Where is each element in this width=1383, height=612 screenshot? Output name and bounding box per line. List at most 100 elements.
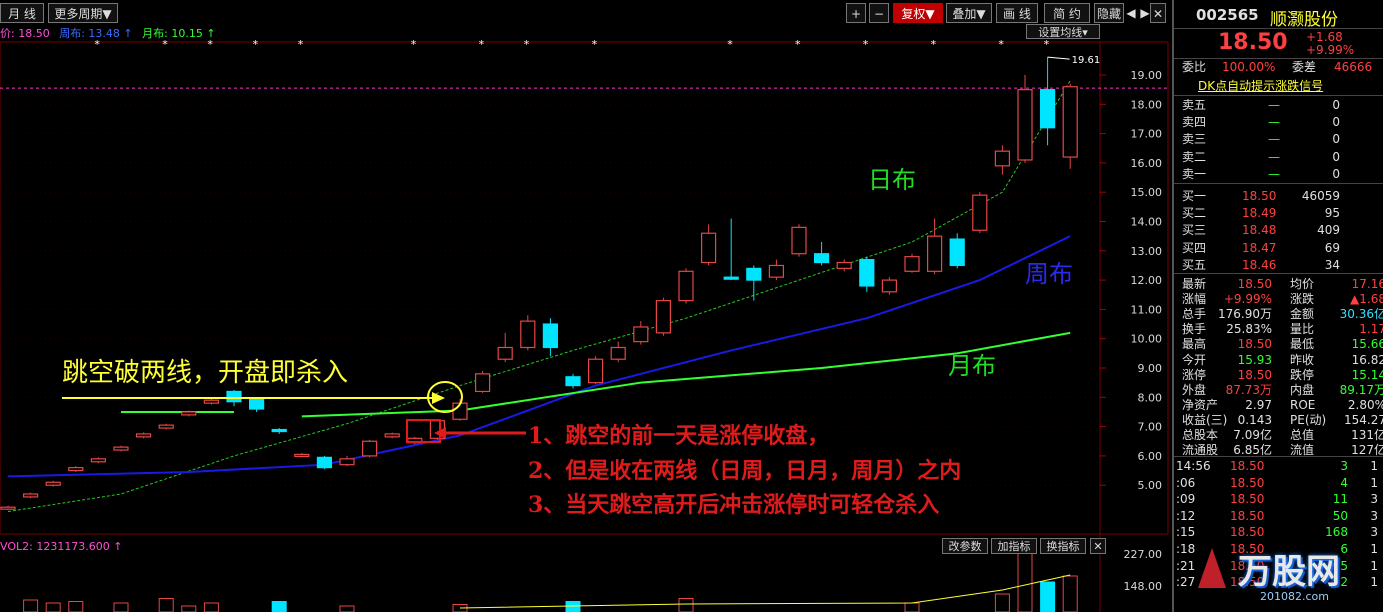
candle-body [723,276,739,280]
tick-time: :15 [1176,525,1196,540]
candle-body [362,440,378,457]
candle-body [836,261,852,269]
tick-price: 18.50 [1230,508,1265,523]
tick-volume: 168 [1325,525,1348,540]
signal-title[interactable]: DK点自动提示涨跌信号 [1198,77,1323,94]
tick-row: 14:56 18.50 3 1 [1176,458,1382,475]
star-marker: * [524,38,530,51]
candle-body [181,411,197,416]
level-price: — [1268,166,1280,181]
volume-bar [181,605,197,612]
candle-body [158,424,174,429]
vol-tick-label: 227.00 [1124,548,1163,561]
candle-body [226,390,242,403]
volume-bar [565,601,581,612]
candle-body [294,453,310,458]
day-line-label: 日布 [868,166,916,194]
candle-body [904,256,920,272]
change-params-button[interactable]: 改参数 [942,538,988,554]
level-price: — [1268,115,1280,130]
level-price: 18.49 [1242,206,1277,221]
logo-icon [1198,548,1226,588]
y-tick-label: 14.00 [1131,216,1163,229]
y-tick-label: 16.00 [1131,157,1163,170]
y-tick-label: 9.00 [1138,362,1163,375]
star-marker: * [1044,38,1050,51]
candle-body [881,279,898,293]
level-price: 18.46 [1242,257,1277,272]
level-volume: 0 [1332,149,1340,164]
quote-panel: 002565 顺灏股份 18.50 +1.68 +9.99% 委比 100.00… [1172,0,1383,612]
ratio-row: 委比 100.00% 委差 46666 [1182,59,1382,76]
level-label: 买五 [1182,257,1207,272]
level-label: 卖四 [1182,115,1207,130]
tick-row: :12 18.50 50 3 [1176,508,1382,525]
buy-level-row: 买三 18.48 409 [1182,222,1382,239]
level-label: 卖三 [1182,132,1207,147]
star-marker: * [592,38,598,51]
candle-body [813,253,830,264]
level-volume: 0 [1332,98,1340,112]
candle-body [475,373,491,393]
sell-level-row: 卖三 — 0 [1182,131,1382,148]
y-tick-label: 7.00 [1138,421,1163,434]
buy-level-row: 买二 18.49 95 [1182,205,1382,222]
volume-bar [994,593,1010,612]
max-pointer [1047,56,1070,60]
tick-row: :09 18.50 11 3 [1176,491,1382,508]
volume-bar [45,602,61,612]
volume-bar [68,601,84,612]
tick-time: :21 [1176,558,1196,573]
swap-indicator-button[interactable]: 换指标 [1040,538,1086,554]
add-indicator-button[interactable]: 加指标 [991,538,1037,554]
tick-count: 3 [1370,492,1378,507]
level-label: 买三 [1182,223,1207,238]
candle-body [949,238,965,267]
tick-count: 3 [1370,508,1378,523]
candle-body [1017,89,1033,161]
star-marker: * [795,38,801,51]
candle-body [700,232,717,264]
y-tick-label: 10.00 [1131,333,1163,346]
quote-header: 002565 顺灏股份 [1174,2,1383,30]
candle-body [249,398,265,410]
level-volume: 409 [1317,223,1340,238]
level-label: 买四 [1182,240,1207,255]
divider [1174,183,1383,184]
buy-level-row: 买四 18.47 69 [1182,240,1382,257]
level-volume: 69 [1324,240,1340,255]
volume-title: VOL2: 1231173.600 ↑ [0,540,123,553]
candle-body [972,194,988,231]
watermark: 万股网 201082.com [1194,540,1383,612]
level-volume: 46059 [1301,189,1340,203]
candle-body [746,267,762,281]
y-tick-label: 8.00 [1138,391,1163,404]
y-tick-label: 12.00 [1131,274,1163,287]
level-price: 18.50 [1242,189,1277,203]
buy-level-row: 买一 18.50 46059 [1182,188,1382,205]
level-volume: 0 [1332,115,1340,130]
candle-body [203,399,219,404]
candle-body [768,264,785,278]
candlestick-chart[interactable]: 19.00 18.00 17.00 16.00 15.00 14.00 13.00 12.00… [0,0,1172,612]
candle-body [678,270,694,302]
last-price: 18.50 [1218,30,1288,55]
sell-level-row: 卖四 — 0 [1182,114,1382,131]
y-tick-label: 13.00 [1131,245,1163,258]
week-line-label: 周布 [1025,260,1073,288]
tick-time: 14:56 [1176,459,1211,473]
level-volume: 95 [1324,206,1340,221]
tick-price: 18.50 [1230,459,1265,473]
candle-body [791,226,807,255]
level-label: 卖一 [1182,166,1207,181]
tick-row: :06 18.50 4 1 [1176,475,1382,492]
close-volume-icon[interactable]: ✕ [1090,538,1106,554]
volume-bar [158,598,174,612]
volume-bar [113,602,129,612]
vol-ma-line [459,574,1071,609]
star-marker: * [207,38,213,51]
tick-volume: 50 [1332,508,1348,523]
candle-body [1039,89,1056,129]
tick-price: 18.50 [1230,492,1265,507]
tick-count: 1 [1370,459,1378,473]
